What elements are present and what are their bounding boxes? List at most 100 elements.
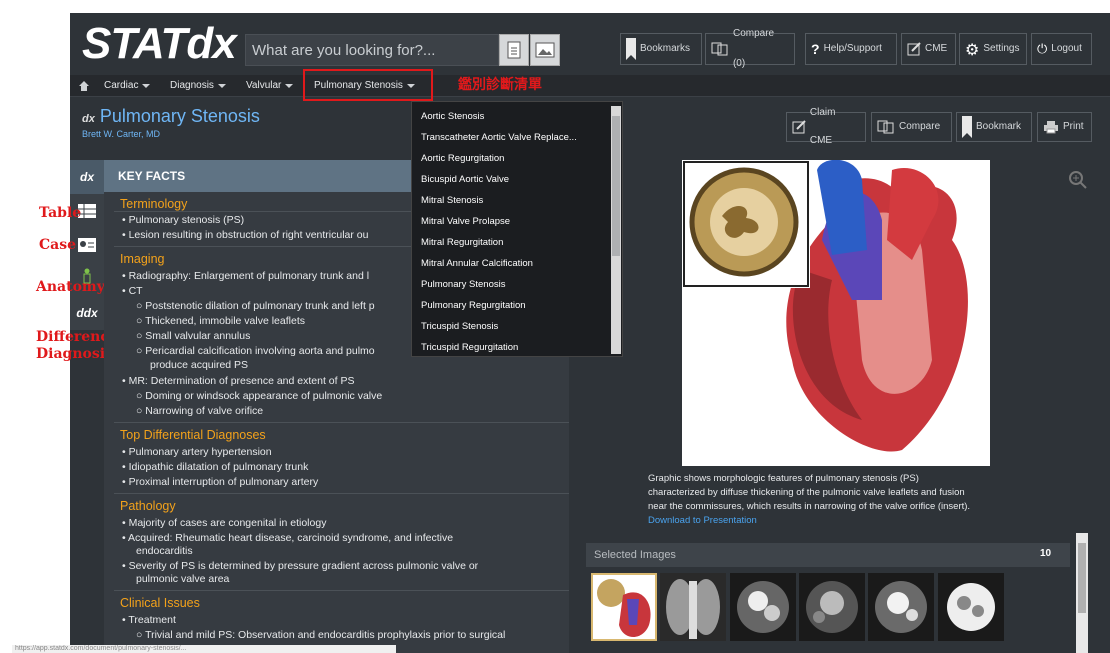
section-terminology: Terminology xyxy=(120,197,188,211)
nav-cardiac-label: Cardiac xyxy=(104,80,139,91)
page-title: dx Pulmonary Stenosis xyxy=(82,105,260,127)
dropdown-item-tricuspid-regurgitation[interactable]: Tricuspid Regurgitation xyxy=(421,342,518,354)
chevron-down-icon xyxy=(217,84,226,88)
list-item: • Majority of cases are congenital in et… xyxy=(122,517,327,529)
list-item: • Pulmonary stenosis (PS) xyxy=(122,214,245,226)
status-bar-url: https://app.statdx.com/document/pulmonar… xyxy=(12,645,396,653)
list-item-continued: endocarditis xyxy=(136,545,193,557)
divider xyxy=(114,590,569,591)
compare-icon xyxy=(877,120,894,134)
dropdown-item-mitral-regurgitation[interactable]: Mitral Regurgitation xyxy=(421,237,503,249)
dropdown-scrollbar[interactable] xyxy=(611,106,621,354)
claim-cme-label: Claim CME xyxy=(809,107,836,146)
list-item: ○ Trivial and mild PS: Observation and e… xyxy=(136,629,506,641)
zoom-icon[interactable] xyxy=(1068,170,1088,190)
compare-button[interactable]: Compare (0) xyxy=(705,28,795,69)
highlight-box xyxy=(303,69,433,101)
search-input[interactable]: What are you looking for?... xyxy=(245,34,499,66)
annotation-diagnosis: Diagnosis xyxy=(36,346,113,362)
printer-icon xyxy=(1044,121,1058,134)
edit-icon xyxy=(907,42,921,56)
home-icon[interactable] xyxy=(78,75,90,97)
document-search-button[interactable] xyxy=(499,34,529,66)
list-item: • Acquired: Rheumatic heart disease, car… xyxy=(122,532,454,544)
differential-count: 1 xyxy=(64,298,70,308)
thumbnail-chest-xray[interactable] xyxy=(660,573,726,641)
dropdown-scroll-thumb[interactable] xyxy=(612,116,620,256)
list-item-continued: pulmonic valve area xyxy=(136,573,230,585)
cme-button[interactable]: CME xyxy=(901,33,956,65)
bookmarks-button[interactable]: Bookmarks xyxy=(620,33,702,65)
bookmark-topic-button[interactable]: Bookmark xyxy=(956,112,1032,142)
claim-cme-button[interactable]: Claim CME xyxy=(786,107,866,146)
nav-cardiac[interactable]: Cardiac xyxy=(104,75,151,97)
figure-caption-line: characterized by diffuse thickening of t… xyxy=(648,487,965,498)
logout-label: Logout xyxy=(1051,43,1082,54)
nav-valvular[interactable]: Valvular xyxy=(246,75,294,97)
rail-dx[interactable]: dx xyxy=(70,160,104,194)
case-card-icon xyxy=(78,238,96,252)
list-item: ○ Poststenotic dilation of pulmonary tru… xyxy=(136,300,375,312)
thumbnail-ct-4[interactable] xyxy=(938,573,1004,641)
breadcrumb-nav xyxy=(70,75,1110,97)
list-item: • MR: Determination of presence and exte… xyxy=(122,375,355,387)
rail-differential[interactable]: ddx xyxy=(70,296,104,330)
author-link[interactable]: Brett W. Carter, MD xyxy=(82,128,160,140)
list-item: ○ Pericardial calcification involving ao… xyxy=(136,345,375,357)
page-title-text: Pulmonary Stenosis xyxy=(99,106,260,126)
section-imaging: Imaging xyxy=(120,252,165,266)
nav-diagnosis[interactable]: Diagnosis xyxy=(170,75,226,97)
ddx-icon: ddx xyxy=(76,306,98,320)
statdx-logo[interactable]: STATdx xyxy=(82,18,237,70)
dropdown-item-aortic-regurgitation[interactable]: Aortic Regurgitation xyxy=(421,153,504,165)
list-item: ○ Thickened, immobile valve leaflets xyxy=(136,315,305,327)
dropdown-item-mitral-annular-calcification[interactable]: Mitral Annular Calcification xyxy=(421,258,533,270)
scrollbar[interactable] xyxy=(1076,533,1088,653)
compare-topic-label: Compare xyxy=(899,121,941,132)
heart-illustration[interactable] xyxy=(682,159,990,466)
annotation-differential-list: 鑑別診斷清單 xyxy=(458,77,542,93)
dropdown-item-tavr[interactable]: Transcatheter Aortic Valve Replace... xyxy=(421,132,577,144)
dropdown-item-mitral-stenosis[interactable]: Mitral Stenosis xyxy=(421,195,483,207)
thumbnail-ct-1[interactable] xyxy=(730,573,796,641)
thumbnail-heart[interactable] xyxy=(591,573,657,641)
download-presentation-link[interactable]: Download to Presentation xyxy=(648,514,757,528)
dropdown-item-aortic-stenosis[interactable]: Aortic Stenosis xyxy=(421,111,484,123)
print-button[interactable]: Print xyxy=(1037,112,1092,142)
section-top-differentials: Top Differential Diagnoses xyxy=(120,428,266,442)
divider xyxy=(114,493,569,494)
selected-images-label: Selected Images xyxy=(594,549,676,561)
list-item: • Treatment xyxy=(122,614,176,626)
list-item: • Severity of PS is determined by pressu… xyxy=(122,560,479,572)
help-support-button[interactable]: ? Help/Support xyxy=(805,33,897,65)
chevron-down-icon xyxy=(285,84,294,88)
compare-icon xyxy=(711,42,728,56)
settings-label: Settings xyxy=(983,43,1020,54)
thumbnail-ct-2[interactable] xyxy=(799,573,865,641)
annotation-table: Table xyxy=(39,205,82,221)
dropdown-item-pulmonary-stenosis[interactable]: Pulmonary Stenosis xyxy=(421,279,505,291)
logout-button[interactable]: ⏻ Logout xyxy=(1031,33,1092,65)
list-item: • Radiography: Enlargement of pulmonary … xyxy=(122,270,370,282)
dropdown-item-mitral-valve-prolapse[interactable]: Mitral Valve Prolapse xyxy=(421,216,510,228)
print-label: Print xyxy=(1063,121,1084,132)
bookmark-topic-label: Bookmark xyxy=(976,121,1022,132)
bookmarks-label: Bookmarks xyxy=(640,43,691,54)
list-item: • CT xyxy=(122,285,143,297)
figure-caption-line: Graphic shows morphologic features of pu… xyxy=(648,473,919,484)
dropdown-item-tricuspid-stenosis[interactable]: Tricuspid Stenosis xyxy=(421,321,498,333)
nav-valvular-label: Valvular xyxy=(246,80,282,91)
compare-topic-button[interactable]: Compare xyxy=(871,112,952,142)
edit-icon xyxy=(792,120,806,134)
image-search-button[interactable] xyxy=(530,34,560,66)
chevron-down-icon xyxy=(142,84,151,88)
list-item: • Pulmonary artery hypertension xyxy=(122,446,272,458)
dropdown-item-pulmonary-regurgitation[interactable]: Pulmonary Regurgitation xyxy=(421,300,526,312)
compare-label: Compare (0) xyxy=(732,28,775,69)
differential-dropdown-menu: Aortic Stenosis Transcatheter Aortic Val… xyxy=(411,101,623,357)
dropdown-item-bicuspid-aortic-valve[interactable]: Bicuspid Aortic Valve xyxy=(421,174,509,186)
thumbnail-ct-3[interactable] xyxy=(868,573,934,641)
power-icon: ⏻ xyxy=(1037,41,1048,57)
dx-icon: dx xyxy=(79,170,94,184)
settings-button[interactable]: ⚙ Settings xyxy=(959,33,1027,65)
